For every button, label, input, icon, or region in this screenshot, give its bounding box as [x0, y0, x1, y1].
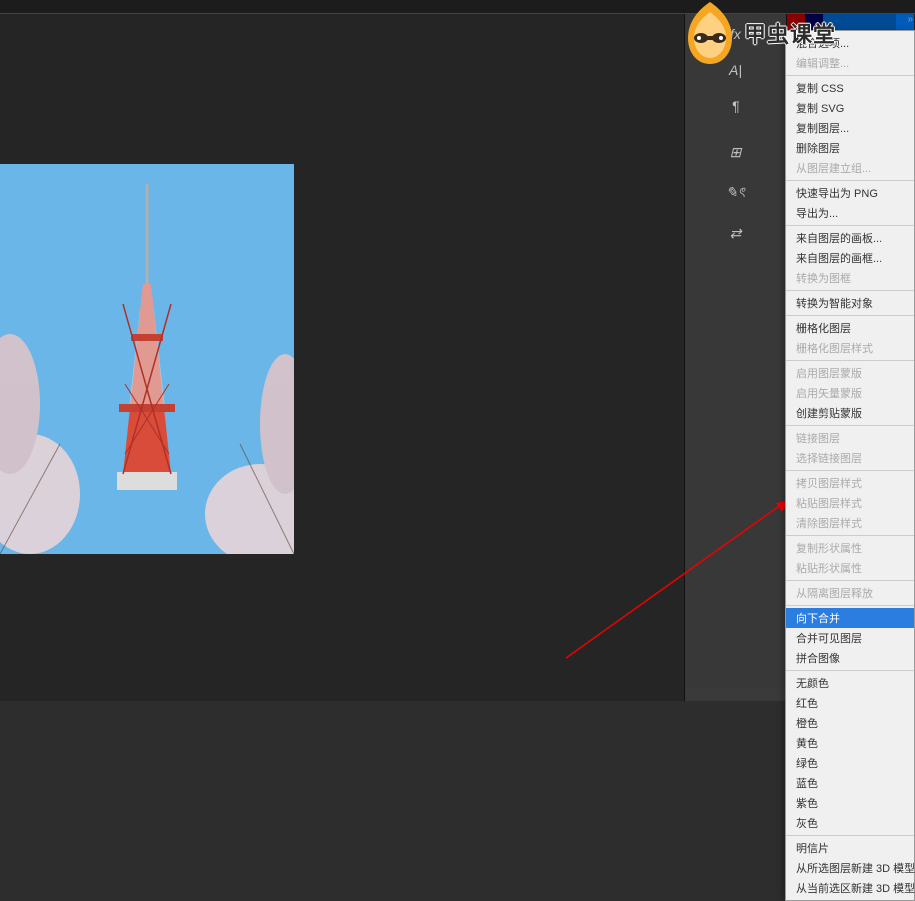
menu-item[interactable]: 栅格化图层	[786, 318, 914, 338]
menu-separator	[786, 360, 914, 361]
menu-item[interactable]: 复制 CSS	[786, 78, 914, 98]
menu-item[interactable]: 合并可见图层	[786, 628, 914, 648]
flame-icon	[680, 0, 740, 66]
menu-item[interactable]: 从当前选区新建 3D 模型	[786, 878, 914, 898]
menu-item[interactable]: 绿色	[786, 753, 914, 773]
menu-item: 拷贝图层样式	[786, 473, 914, 493]
canvas-area	[0, 14, 685, 701]
menu-item: 清除图层样式	[786, 513, 914, 533]
menu-item: 粘贴图层样式	[786, 493, 914, 513]
paragraph-icon[interactable]: ¶	[732, 98, 740, 114]
menu-item: 启用图层蒙版	[786, 363, 914, 383]
menu-item[interactable]: 红色	[786, 693, 914, 713]
photo-content	[0, 164, 294, 554]
menu-separator	[786, 605, 914, 606]
menu-item[interactable]: 紫色	[786, 793, 914, 813]
menu-separator	[786, 290, 914, 291]
glyph-icon[interactable]: ⊞	[730, 144, 742, 161]
collapse-right-icon[interactable]: »	[907, 14, 913, 25]
menu-separator	[786, 225, 914, 226]
brush-icon[interactable]: ✎ৎ	[726, 181, 745, 205]
menu-item[interactable]: 向下合并	[786, 608, 914, 628]
menu-separator	[786, 580, 914, 581]
menu-item: 选择链接图层	[786, 448, 914, 468]
canvas-image	[0, 164, 294, 554]
menu-separator	[786, 180, 914, 181]
menu-item[interactable]: 复制图层...	[786, 118, 914, 138]
menu-item[interactable]: 创建剪贴蒙版	[786, 403, 914, 423]
menu-item: 从隔离图层释放	[786, 583, 914, 603]
menu-item: 转换为图框	[786, 268, 914, 288]
menu-item[interactable]: 灰色	[786, 813, 914, 833]
watermark-logo: 甲虫课堂	[680, 0, 836, 66]
menu-separator	[786, 835, 914, 836]
menu-item[interactable]: 橙色	[786, 713, 914, 733]
menu-item: 复制形状属性	[786, 538, 914, 558]
menu-separator	[786, 315, 914, 316]
menu-item[interactable]: 黄色	[786, 733, 914, 753]
menu-item[interactable]: 明信片	[786, 838, 914, 858]
menu-item: 栅格化图层样式	[786, 338, 914, 358]
menu-item[interactable]: 拼合图像	[786, 648, 914, 668]
menu-item[interactable]: 转换为智能对象	[786, 293, 914, 313]
menu-separator	[786, 425, 914, 426]
menu-item[interactable]: 无颜色	[786, 673, 914, 693]
layer-context-menu: 混合选项...编辑调整...复制 CSS复制 SVG复制图层...删除图层从图层…	[785, 30, 915, 901]
menu-separator	[786, 535, 914, 536]
watermark-text: 甲虫课堂	[744, 17, 836, 49]
menu-item[interactable]: 导出为...	[786, 203, 914, 223]
menu-item[interactable]: 蓝色	[786, 773, 914, 793]
adjust-icon[interactable]: ⇄	[730, 225, 742, 242]
menu-item: 粘贴形状属性	[786, 558, 914, 578]
menu-item[interactable]: 来自图层的画框...	[786, 248, 914, 268]
menu-separator	[786, 470, 914, 471]
menu-item: 链接图层	[786, 428, 914, 448]
menu-item[interactable]: 快速导出为 PNG	[786, 183, 914, 203]
menu-separator	[786, 670, 914, 671]
menu-item: 从图层建立组...	[786, 158, 914, 178]
menu-item[interactable]: 复制 SVG	[786, 98, 914, 118]
menu-item[interactable]: 删除图层	[786, 138, 914, 158]
menu-item[interactable]: 从所选图层新建 3D 模型	[786, 858, 914, 878]
menu-item: 启用矢量蒙版	[786, 383, 914, 403]
menu-item[interactable]: 来自图层的画板...	[786, 228, 914, 248]
menu-separator	[786, 75, 914, 76]
